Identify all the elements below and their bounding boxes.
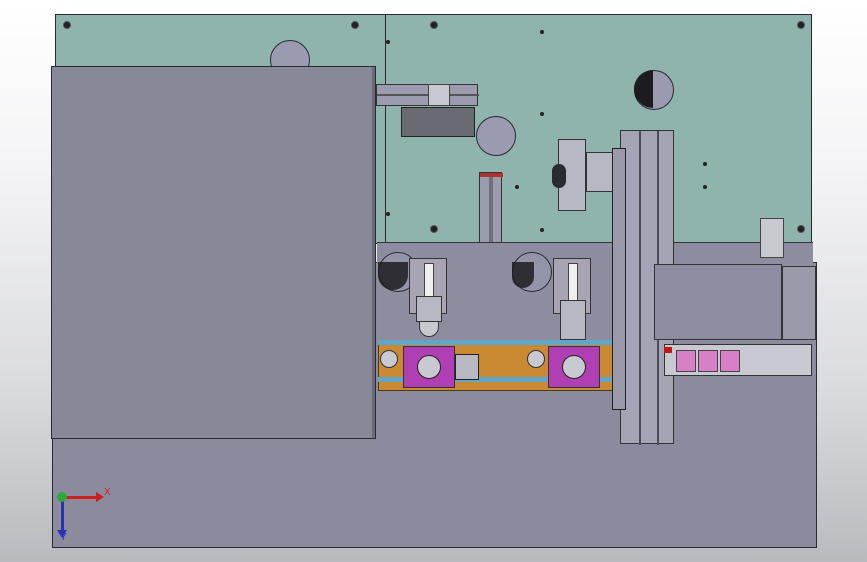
screw-hole (797, 225, 805, 233)
top-cross-rail[interactable] (376, 84, 479, 106)
small-hole (703, 162, 707, 166)
column-carriage[interactable] (612, 148, 626, 410)
y-axis-label: Y (60, 532, 67, 543)
coupling-left[interactable] (455, 354, 479, 380)
cad-model-viewport[interactable]: X Y (0, 0, 867, 562)
gripper-jaw-right[interactable] (560, 300, 586, 340)
conveyor-belt-top (378, 340, 618, 345)
small-hole (386, 40, 390, 44)
origin-marker (57, 492, 67, 502)
motor-hub (562, 355, 586, 379)
small-hole (515, 185, 519, 189)
cylinder-body[interactable] (401, 107, 475, 137)
column-groove (639, 131, 641, 445)
upper-gripper-disc (552, 164, 566, 188)
screw-hole (351, 21, 359, 29)
corner-bracket[interactable] (760, 218, 784, 258)
motor-hub (417, 355, 441, 379)
plate-seam (385, 15, 386, 245)
bore-shadow (512, 262, 534, 288)
profile-cap (480, 173, 503, 177)
pallet-slot[interactable] (720, 350, 740, 372)
side-housing[interactable] (654, 264, 782, 340)
x-axis-arrowhead (96, 492, 104, 502)
gripper-jaw-left[interactable] (416, 296, 442, 322)
screw-hole (430, 225, 438, 233)
small-hole (703, 185, 707, 189)
conveyor-roller (527, 350, 545, 368)
motor-mount-left[interactable] (403, 346, 455, 388)
small-hole (386, 212, 390, 216)
small-hole (540, 228, 544, 232)
pallet-slot[interactable] (698, 350, 718, 372)
left-cover-panel[interactable] (51, 66, 376, 439)
cutout-circle (476, 116, 516, 156)
red-marker (664, 347, 672, 353)
screw-hole (797, 21, 805, 29)
screw-hole (430, 21, 438, 29)
coordinate-triad: X Y (52, 484, 112, 544)
x-axis-arrow (62, 496, 98, 499)
motor-mount-right[interactable] (548, 346, 600, 388)
conveyor-roller (380, 350, 398, 368)
screw-hole (63, 21, 71, 29)
x-axis-label: X (104, 487, 111, 498)
rail-bracket[interactable] (428, 84, 450, 106)
small-hole (540, 30, 544, 34)
small-hole (540, 112, 544, 116)
side-housing-end[interactable] (782, 266, 816, 340)
pallet-slot[interactable] (676, 350, 696, 372)
